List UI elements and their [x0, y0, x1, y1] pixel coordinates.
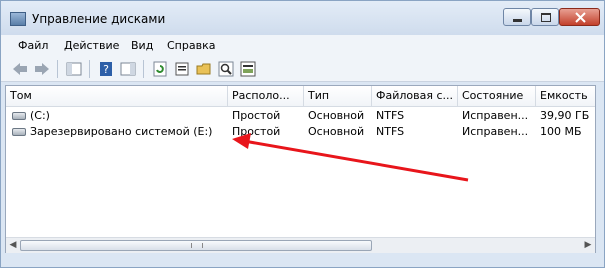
refresh-icon[interactable] — [151, 60, 169, 78]
menu-bar: Файл Действие Вид Справка — [1, 35, 604, 57]
grip-icon — [191, 243, 203, 248]
column-filesystem[interactable]: Файловая с... — [372, 86, 458, 106]
type-value: Основной — [308, 125, 365, 138]
console-tree-icon[interactable] — [65, 60, 83, 78]
column-capacity[interactable]: Емкость — [536, 86, 595, 106]
disk-management-window: Управление дисками Файл Действие Вид Спр… — [0, 0, 605, 268]
capacity-value: 39,90 ГБ — [540, 109, 590, 122]
toolbar-separator — [89, 60, 90, 78]
capacity-value: 100 МБ — [540, 125, 582, 138]
forward-icon[interactable] — [33, 60, 51, 78]
disk-icon — [12, 128, 26, 136]
app-icon — [10, 12, 26, 26]
scroll-left-icon[interactable]: ◀ — [6, 239, 20, 252]
type-value: Основной — [308, 109, 365, 122]
help-icon[interactable]: ? — [97, 60, 115, 78]
filesystem-value: NTFS — [376, 109, 405, 122]
minimize-button[interactable] — [503, 8, 531, 26]
volume-name: (C:) — [30, 109, 50, 122]
toolbar-separator — [143, 60, 144, 78]
table-header: Том Располо... Тип Файловая с... Состоян… — [6, 86, 595, 107]
filesystem-value: NTFS — [376, 125, 405, 138]
toolbar-separator — [57, 60, 58, 78]
back-icon[interactable] — [11, 60, 29, 78]
close-icon — [575, 12, 586, 23]
search-icon[interactable] — [217, 60, 235, 78]
format-icon[interactable] — [239, 60, 257, 78]
menu-file[interactable]: Файл — [18, 39, 48, 52]
show-hide-icon[interactable] — [119, 60, 137, 78]
column-type[interactable]: Тип — [304, 86, 372, 106]
menu-view[interactable]: Вид — [131, 39, 153, 52]
layout-value: Простой — [232, 109, 281, 122]
toolbar: ? — [1, 57, 604, 82]
close-button[interactable] — [559, 8, 600, 26]
svg-text:?: ? — [103, 63, 109, 76]
disk-icon — [12, 112, 26, 120]
scrollbar-thumb[interactable] — [20, 240, 372, 251]
window-title: Управление дисками — [32, 12, 166, 26]
column-status[interactable]: Состояние — [458, 86, 536, 106]
volume-list: Том Располо... Тип Файловая с... Состоян… — [5, 85, 596, 253]
column-layout[interactable]: Располо... — [228, 86, 304, 106]
table-row[interactable]: (C:) Простой Основной NTFS Исправен... 3… — [6, 108, 595, 124]
status-bar — [1, 255, 604, 267]
menu-action[interactable]: Действие — [64, 39, 119, 52]
title-bar[interactable]: Управление дисками — [1, 1, 604, 35]
status-value: Исправен... — [462, 109, 529, 122]
table-row[interactable]: Зарезервировано системой (E:) Простой Ос… — [6, 124, 595, 140]
open-icon[interactable] — [195, 60, 213, 78]
properties-icon[interactable] — [173, 60, 191, 78]
column-volume[interactable]: Том — [6, 86, 228, 106]
scroll-right-icon[interactable]: ▶ — [581, 239, 595, 252]
menu-help[interactable]: Справка — [167, 39, 215, 52]
status-value: Исправен... — [462, 125, 529, 138]
maximize-button[interactable] — [531, 8, 559, 26]
horizontal-scrollbar[interactable]: ◀ ▶ — [6, 237, 595, 253]
volume-name: Зарезервировано системой (E:) — [30, 125, 213, 138]
layout-value: Простой — [232, 125, 281, 138]
